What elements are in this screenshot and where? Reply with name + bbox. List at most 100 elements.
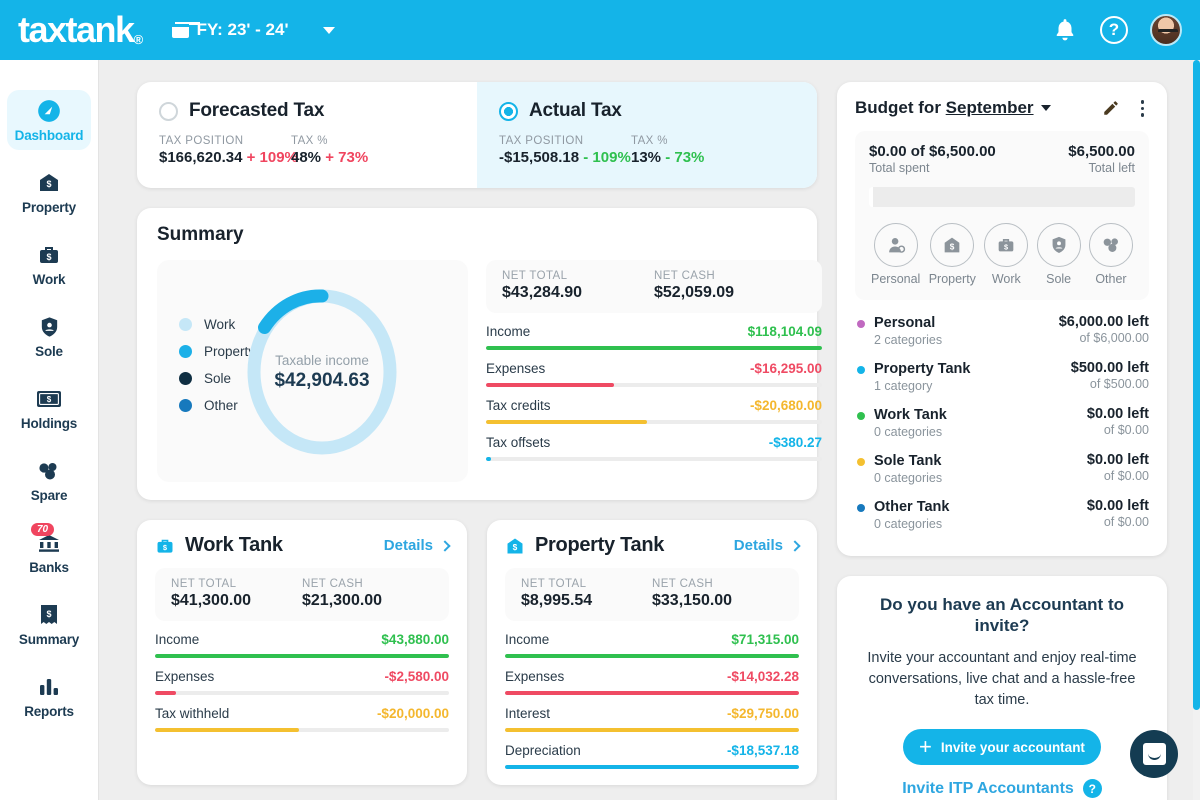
budget-row-categories: 2 categories	[874, 332, 943, 347]
invite-itp-accountants-link[interactable]: Invite ITP Accountants ?	[859, 779, 1145, 799]
budget-tank-property[interactable]: $ Property	[929, 222, 976, 286]
metric-bar	[505, 728, 799, 732]
work-tank-net-total: NET TOTAL $41,300.00	[171, 578, 302, 610]
status-dot	[857, 457, 865, 466]
help-icon[interactable]: ?	[1082, 779, 1102, 799]
budget-tank-sole[interactable]: Sole	[1036, 222, 1081, 286]
budget-row-property-tank[interactable]: Property Tank 1 category $500.00 left of…	[855, 360, 1149, 393]
stat-delta: - 109%	[583, 149, 631, 166]
property-tank-details-link[interactable]: Details	[734, 537, 801, 554]
legend-label: Sole	[204, 371, 232, 386]
property-tank-metric-income: Income $71,315.00	[505, 632, 799, 658]
budget-row-of: of $0.00	[1103, 422, 1149, 437]
work-tank-details-link[interactable]: Details	[383, 537, 451, 554]
help-icon[interactable]: ?	[1100, 16, 1128, 44]
chat-widget-button[interactable]	[1130, 730, 1178, 778]
legend-swatch	[179, 345, 192, 358]
budget-row-other-tank[interactable]: Other Tank 0 categories $0.00 left of $0…	[855, 498, 1149, 531]
budget-row-left: $6,000.00 left	[1058, 313, 1149, 330]
status-dot	[857, 411, 865, 420]
budget-month-dropdown-icon[interactable]	[1040, 105, 1051, 112]
right-column: Budget for September $0.00 of $6,500.00 …	[837, 82, 1167, 800]
summary-title: Summary	[157, 224, 244, 245]
property-tank-metric-expenses: Expenses -$14,032.28	[505, 669, 799, 695]
sidebar-item-sole[interactable]: Sole	[7, 306, 91, 366]
tank-icon-label: Other	[1095, 271, 1127, 286]
budget-row-text: Property Tank 1 category	[874, 360, 970, 393]
holdings-icon: $	[7, 386, 91, 412]
summary-card: Summary Work Property Sole Other Taxable…	[137, 208, 822, 500]
budget-title-prefix: Budget for	[855, 98, 941, 118]
summary-net-box: NET TOTAL $43,284.90 NET CASH $52,059.09	[486, 260, 822, 313]
metric-bar	[505, 765, 799, 769]
donut-chart: Taxable income $42,904.63	[242, 284, 402, 460]
forecasted-tax-option[interactable]: Forecasted Tax TAX POSITION $166,620.34 …	[137, 82, 477, 188]
sidebar-item-work[interactable]: $ Work	[7, 234, 91, 294]
budget-tank-personal[interactable]: Personal	[871, 222, 920, 286]
budget-row-sole-tank[interactable]: Sole Tank 0 categories $0.00 left of $0.…	[855, 452, 1149, 485]
budget-progress-bar	[869, 186, 1135, 207]
stat-amount: 48%	[291, 149, 322, 166]
stat-value: $166,620.34 + 109%	[159, 149, 298, 166]
work-tank-metric-tax-withheld: Tax withheld -$20,000.00	[155, 706, 449, 732]
bell-icon[interactable]	[1052, 17, 1078, 43]
budget-row-personal[interactable]: Personal 2 categories $6,000.00 left of …	[855, 314, 1149, 347]
chevron-down-icon[interactable]	[322, 26, 335, 34]
legend-swatch	[179, 318, 192, 331]
svg-text:$: $	[46, 609, 51, 619]
budget-row-work-tank[interactable]: Work Tank 0 categories $0.00 left of $0.…	[855, 406, 1149, 439]
financial-year-label: FY: 23' - 24'	[196, 20, 289, 39]
budget-title: Budget for September	[855, 98, 1034, 118]
sidebar-item-label: Spare	[30, 488, 68, 503]
sidebar-item-label: Summary	[18, 632, 80, 647]
sidebar-item-property[interactable]: $ Property	[7, 162, 91, 222]
metric-label: Tax offsets	[486, 435, 551, 450]
sidebar-item-reports[interactable]: Reports	[7, 666, 91, 726]
property-tank-net-total: NET TOTAL $8,995.54	[521, 578, 652, 610]
sidebar-item-banks[interactable]: 70 Banks	[7, 522, 91, 582]
metric-label: Income	[486, 324, 531, 339]
brand-name: taxtank	[18, 9, 135, 50]
scrollbar-thumb[interactable]	[1193, 60, 1200, 710]
metric-label: Depreciation	[505, 743, 581, 758]
tank-cards: $ Work Tank Details NET TOTAL $41,300.00…	[137, 520, 817, 800]
tank-title: Work Tank	[185, 534, 283, 556]
metric-header: Interest -$29,750.00	[505, 706, 799, 721]
stat-label: TAX POSITION	[499, 135, 584, 147]
tax-position-card: Forecasted Tax TAX POSITION $166,620.34 …	[137, 82, 817, 188]
budget-tank-work[interactable]: $ Work	[984, 222, 1029, 286]
sidebar-item-summary[interactable]: $ Summary	[7, 594, 91, 654]
stat-delta: + 73%	[325, 149, 369, 166]
legend-swatch	[179, 399, 192, 412]
metric-header: Tax offsets -$380.27	[486, 435, 822, 450]
sidebar-item-dashboard[interactable]: Dashboard	[7, 90, 91, 150]
budget-row-name: Other Tank	[874, 498, 950, 515]
actual-tax-option[interactable]: Actual Tax TAX POSITION -$15,508.18 - 10…	[477, 82, 817, 188]
budget-month[interactable]: September	[946, 98, 1034, 117]
forecasted-tax-header: Forecasted Tax	[159, 100, 455, 122]
metric-bar	[486, 383, 822, 387]
stat-value: -$15,508.18 - 109%	[499, 149, 631, 166]
invite-accountant-button[interactable]: + Invite your accountant	[903, 729, 1101, 766]
details-label: Details	[383, 537, 433, 554]
net-cash-label: NET CASH	[654, 270, 716, 282]
total-spent-value: $0.00 of $6,500.00	[869, 142, 996, 160]
sidebar-item-holdings[interactable]: $ Holdings	[7, 378, 91, 438]
work-tank-card: $ Work Tank Details NET TOTAL $41,300.00…	[137, 520, 467, 785]
avatar[interactable]	[1150, 14, 1182, 46]
donut-value: $42,904.63	[274, 369, 370, 391]
property-tank-net-cash: NET CASH $33,150.00	[652, 578, 783, 610]
metric-header: Income $43,880.00	[155, 632, 449, 647]
financial-year-selector[interactable]: FY: 23' - 24'	[171, 20, 335, 40]
edit-icon[interactable]	[1102, 99, 1120, 117]
budget-tank-icons: Personal $ Property $ Work Sole Other	[869, 222, 1135, 286]
actual-tax-radio[interactable]	[499, 101, 518, 121]
forecasted-tax-radio[interactable]	[159, 101, 178, 121]
accountant-title: Do you have an Accountant to invite?	[879, 594, 1124, 635]
metric-bar	[505, 654, 799, 658]
sidebar-item-spare[interactable]: Spare	[7, 450, 91, 510]
work-tank-metric-expenses: Expenses -$2,580.00	[155, 669, 449, 695]
budget-tank-other[interactable]: Other	[1088, 222, 1133, 286]
more-options-icon[interactable]	[1136, 98, 1150, 119]
budget-row-amounts: $0.00 left of $0.00	[1087, 406, 1149, 437]
